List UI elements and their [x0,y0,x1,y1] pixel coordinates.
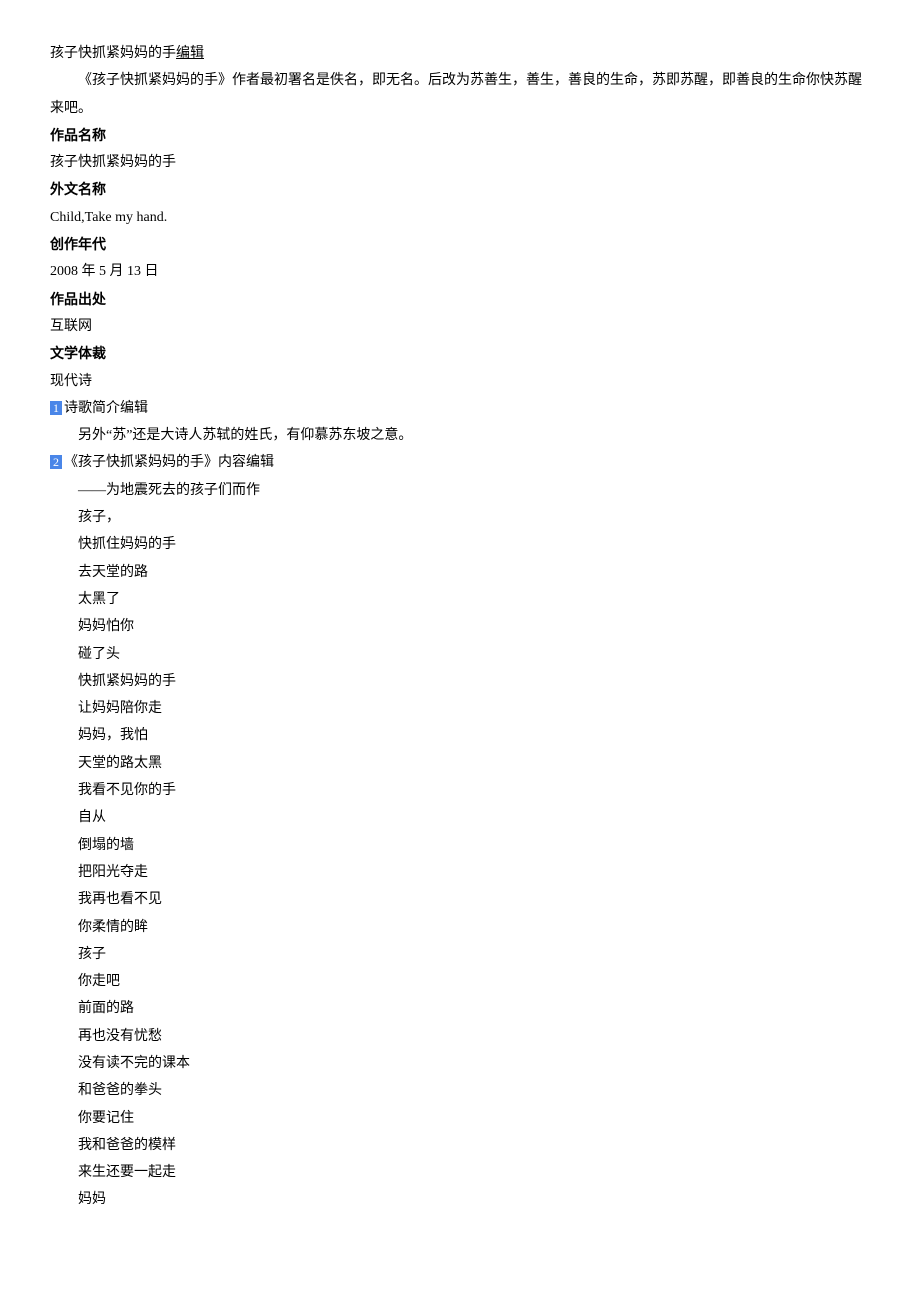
poem-line: 你要记住 [50,1105,870,1132]
poem-line: 我再也看不见 [50,886,870,913]
poem-line: 前面的路 [50,995,870,1022]
poem-line: 碰了头 [50,641,870,668]
poem-line: ——为地震死去的孩子们而作 [50,477,870,504]
poem-line: 去天堂的路 [50,559,870,586]
poem-line: 妈妈怕你 [50,613,870,640]
field-label: 外文名称 [50,176,870,203]
edit-link[interactable]: 编辑 [176,46,204,61]
poem-line: 倒塌的墙 [50,832,870,859]
field-label: 文学体裁 [50,340,870,367]
section-title: 诗歌简介编辑 [64,401,148,416]
doc-title: 孩子快抓紧妈妈的手编辑 [50,40,870,67]
poem-line: 孩子， [50,504,870,531]
field-label: 创作年代 [50,231,870,258]
poem-line: 再也没有忧愁 [50,1023,870,1050]
poem-line: 你走吧 [50,968,870,995]
section-title: 《孩子快抓紧妈妈的手》内容编辑 [64,455,274,470]
poem-line: 我和爸爸的模样 [50,1132,870,1159]
field-value: 互联网 [50,313,870,340]
intro-paragraph: 《孩子快抓紧妈妈的手》作者最初署名是佚名，即无名。后改为苏善生，善生，善良的生命… [50,67,870,122]
poem-line: 没有读不完的课本 [50,1050,870,1077]
poem-line: 孩子 [50,941,870,968]
poem-line: 和爸爸的拳头 [50,1077,870,1104]
poem-line: 来生还要一起走 [50,1159,870,1186]
poem-line: 妈妈，我怕 [50,722,870,749]
field-value: 孩子快抓紧妈妈的手 [50,149,870,176]
poem-line: 妈妈 [50,1186,870,1213]
poem-line: 天堂的路太黑 [50,750,870,777]
field-value: 2008 年 5 月 13 日 [50,258,870,285]
poem-line: 我看不见你的手 [50,777,870,804]
poem-line: 快抓住妈妈的手 [50,531,870,558]
field-value: Child,Take my hand. [50,204,870,231]
field-label: 作品出处 [50,286,870,313]
field-label: 作品名称 [50,122,870,149]
poem-line: 快抓紧妈妈的手 [50,668,870,695]
poem-line: 太黑了 [50,586,870,613]
poem-line: 你柔情的眸 [50,914,870,941]
poem-line: 自从 [50,804,870,831]
field-value: 现代诗 [50,368,870,395]
anchor-badge[interactable]: 1 [50,401,62,415]
section-heading: 1诗歌简介编辑 [50,395,870,422]
poem-line: 让妈妈陪你走 [50,695,870,722]
section-heading: 2《孩子快抓紧妈妈的手》内容编辑 [50,449,870,476]
section-line: 另外“苏”还是大诗人苏轼的姓氏，有仰慕苏东坡之意。 [50,422,870,449]
title-text: 孩子快抓紧妈妈的手 [50,46,176,61]
poem-line: 把阳光夺走 [50,859,870,886]
anchor-badge[interactable]: 2 [50,455,62,469]
